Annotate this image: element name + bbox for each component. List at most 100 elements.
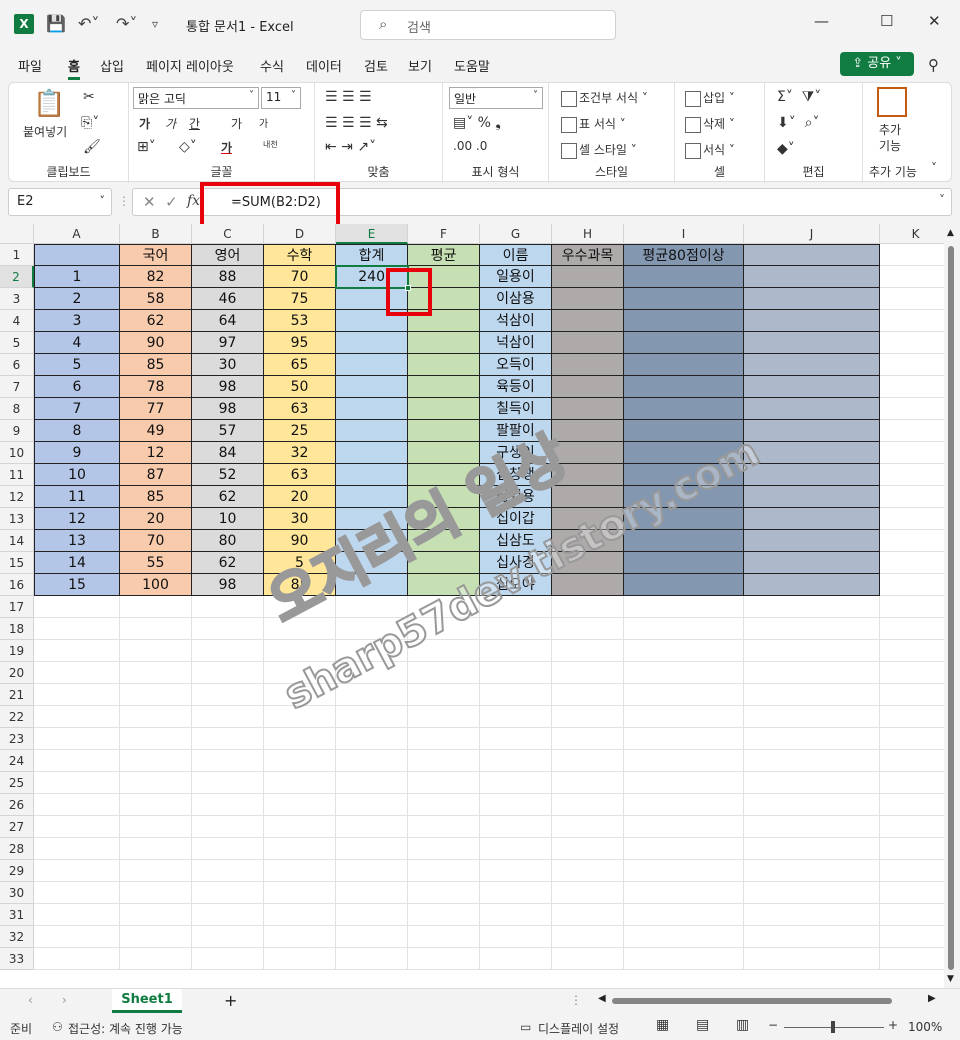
- table-cell[interactable]: 25: [264, 420, 336, 442]
- grid-cell[interactable]: [336, 618, 408, 640]
- table-cell[interactable]: [744, 310, 880, 332]
- table-cell[interactable]: [552, 530, 624, 552]
- grid-cell[interactable]: [744, 728, 880, 750]
- column-header-i[interactable]: I: [624, 224, 744, 244]
- cut-icon[interactable]: ✂: [83, 89, 95, 105]
- grid-cell[interactable]: [120, 772, 192, 794]
- prev-sheet-icon[interactable]: ‹: [28, 993, 33, 1007]
- grid-cell[interactable]: [880, 706, 944, 728]
- grid-cell[interactable]: [552, 596, 624, 618]
- feedback-icon[interactable]: ⚲: [928, 56, 939, 74]
- clear-icon[interactable]: ◆˅: [777, 141, 795, 157]
- grid-cell[interactable]: [624, 618, 744, 640]
- table-cell[interactable]: 85: [264, 574, 336, 596]
- cell-styles-button[interactable]: 셀 스타일 ˅: [561, 141, 637, 159]
- grid-cell[interactable]: [408, 882, 480, 904]
- table-cell[interactable]: 십오야: [480, 574, 552, 596]
- grid-cell[interactable]: [880, 266, 944, 288]
- border-icon[interactable]: ⊞˅: [137, 139, 156, 155]
- fill-icon[interactable]: ⬇˅ ⌕˅: [777, 115, 819, 131]
- grid-cell[interactable]: [408, 772, 480, 794]
- horizontal-scroll-thumb[interactable]: [612, 998, 892, 1004]
- grid-cell[interactable]: [880, 288, 944, 310]
- table-cell[interactable]: [744, 354, 880, 376]
- column-header-a[interactable]: A: [34, 224, 120, 244]
- grid-cell[interactable]: [120, 662, 192, 684]
- grid-cell[interactable]: [552, 882, 624, 904]
- grid-cell[interactable]: [480, 750, 552, 772]
- table-cell[interactable]: [408, 530, 480, 552]
- grid-cell[interactable]: [336, 684, 408, 706]
- table-cell[interactable]: [624, 486, 744, 508]
- grid-cell[interactable]: [880, 662, 944, 684]
- table-cell[interactable]: 52: [192, 464, 264, 486]
- grid-cell[interactable]: [264, 882, 336, 904]
- grid-cell[interactable]: [192, 684, 264, 706]
- grid-cell[interactable]: [264, 662, 336, 684]
- table-cell[interactable]: 78: [120, 376, 192, 398]
- grid-cell[interactable]: [264, 772, 336, 794]
- grid-cell[interactable]: [192, 662, 264, 684]
- table-cell[interactable]: 9: [34, 442, 120, 464]
- table-cell[interactable]: [552, 464, 624, 486]
- table-cell[interactable]: 53: [264, 310, 336, 332]
- scroll-down-icon[interactable]: ▼: [947, 974, 954, 984]
- grid-cell[interactable]: [480, 904, 552, 926]
- grid-cell[interactable]: [408, 640, 480, 662]
- paste-button[interactable]: 붙여넣기: [23, 123, 67, 140]
- header-cell[interactable]: [744, 244, 880, 266]
- format-cells-button[interactable]: 서식 ˅: [685, 141, 735, 159]
- table-cell[interactable]: 64: [192, 310, 264, 332]
- grid-cell[interactable]: [480, 618, 552, 640]
- row-header[interactable]: 27: [0, 816, 34, 838]
- grid-cell[interactable]: [336, 772, 408, 794]
- grid-cell[interactable]: [408, 706, 480, 728]
- table-cell[interactable]: 63: [264, 398, 336, 420]
- grid-cell[interactable]: [34, 882, 120, 904]
- grid-cell[interactable]: [744, 882, 880, 904]
- grid-cell[interactable]: [264, 794, 336, 816]
- grid-cell[interactable]: [744, 640, 880, 662]
- grid-cell[interactable]: [880, 332, 944, 354]
- share-button[interactable]: ⇪ 공유 ˅: [840, 52, 914, 76]
- maximize-icon[interactable]: ☐: [880, 12, 893, 30]
- grid-cell[interactable]: [552, 794, 624, 816]
- table-cell[interactable]: 12: [120, 442, 192, 464]
- grid-cell[interactable]: [744, 948, 880, 970]
- grid-cell[interactable]: [552, 772, 624, 794]
- table-cell[interactable]: 석삼이: [480, 310, 552, 332]
- table-cell[interactable]: 15: [34, 574, 120, 596]
- grid-cell[interactable]: [552, 816, 624, 838]
- row-header[interactable]: 25: [0, 772, 34, 794]
- grid-cell[interactable]: [120, 618, 192, 640]
- table-cell[interactable]: 5: [264, 552, 336, 574]
- grid-cell[interactable]: [336, 926, 408, 948]
- table-cell[interactable]: [552, 398, 624, 420]
- underline-button[interactable]: 간: [189, 115, 200, 132]
- table-cell[interactable]: 80: [192, 530, 264, 552]
- grid-cell[interactable]: [744, 750, 880, 772]
- table-cell[interactable]: [744, 442, 880, 464]
- table-cell[interactable]: [552, 288, 624, 310]
- grid-cell[interactable]: [264, 948, 336, 970]
- table-cell[interactable]: [552, 574, 624, 596]
- grid-cell[interactable]: [624, 640, 744, 662]
- grid-cell[interactable]: [744, 860, 880, 882]
- header-cell[interactable]: 우수과목: [552, 244, 624, 266]
- tab-view[interactable]: 보기: [408, 56, 432, 75]
- table-cell[interactable]: 5: [34, 354, 120, 376]
- grid-cell[interactable]: [624, 596, 744, 618]
- grid-cell[interactable]: [34, 772, 120, 794]
- grid-cell[interactable]: [34, 838, 120, 860]
- grid-cell[interactable]: [336, 596, 408, 618]
- table-cell[interactable]: [336, 486, 408, 508]
- grid-cell[interactable]: [336, 882, 408, 904]
- table-cell[interactable]: 85: [120, 354, 192, 376]
- table-cell[interactable]: [624, 354, 744, 376]
- table-cell[interactable]: 55: [120, 552, 192, 574]
- table-cell[interactable]: [744, 288, 880, 310]
- header-cell[interactable]: 평균80점이상: [624, 244, 744, 266]
- grow-font-button[interactable]: 가: [231, 115, 242, 132]
- grid-cell[interactable]: [880, 684, 944, 706]
- insert-cells-button[interactable]: 삽입 ˅: [685, 89, 735, 107]
